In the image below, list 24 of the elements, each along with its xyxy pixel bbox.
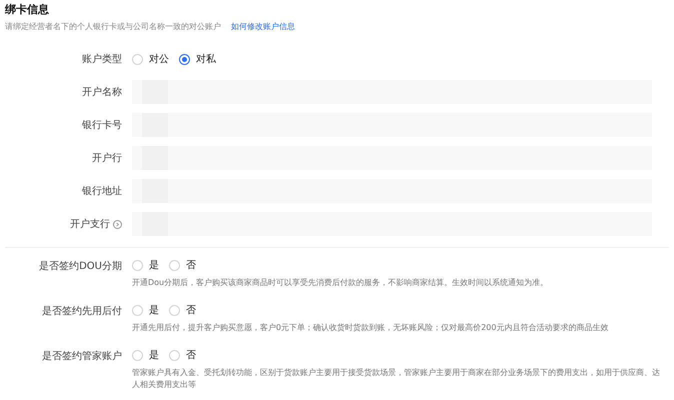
radio-button[interactable] [179, 54, 190, 64]
radio-option[interactable]: 否 [169, 303, 196, 318]
edit-info-link[interactable]: 如何修改账户信息 [231, 20, 295, 34]
section-title: 绑卡信息 [5, 2, 50, 18]
field-label: 开户支行 [70, 218, 110, 232]
radio-option[interactable]: 否 [169, 348, 196, 363]
field-label: 是否签约先用后付 [42, 304, 122, 319]
field-label: 是否签约DOU分期 [39, 260, 122, 274]
option-description: 开通Dou分期后，客户购买该商家商品时可以享受先消费后付款的服务，不影响商家结算。生效时间以系统通知为准。 [132, 277, 550, 289]
field-label: 开户行 [92, 152, 122, 166]
section-subtitle: 请绑定经营者名下的个人银行卡或与公司名称一致的对公账户 [5, 21, 221, 33]
radio-option[interactable]: 是 [132, 303, 159, 318]
option-description: 管家账户具有入金、受托划转功能，区别于货款账户主要用于接受货款场景，管家账户主要用于商家在部分业务场景下的费用支出，如用于供应商、达人相关费用支出等 [132, 367, 661, 391]
radio-option[interactable]: 对私 [179, 52, 216, 66]
field-label: 账户类型 [82, 52, 122, 66]
radio-option[interactable]: 是 [132, 348, 159, 363]
radio-option[interactable]: 对公 [132, 52, 169, 66]
option-description: 开通先用后付，提升客户购买意愿，客户0元下单；确认收货时货款到账，无坏账风险；仅对最高价200元内且符合活动要求的商品生效 [132, 322, 610, 334]
radio-option[interactable]: 否 [169, 258, 196, 273]
radio-option[interactable]: 是 [132, 258, 159, 273]
field-label: 是否签约管家账户 [42, 350, 122, 364]
field-label: 银行地址 [82, 184, 122, 198]
field-label: 开户名称 [82, 86, 122, 100]
field-label: 银行卡号 [82, 118, 122, 132]
